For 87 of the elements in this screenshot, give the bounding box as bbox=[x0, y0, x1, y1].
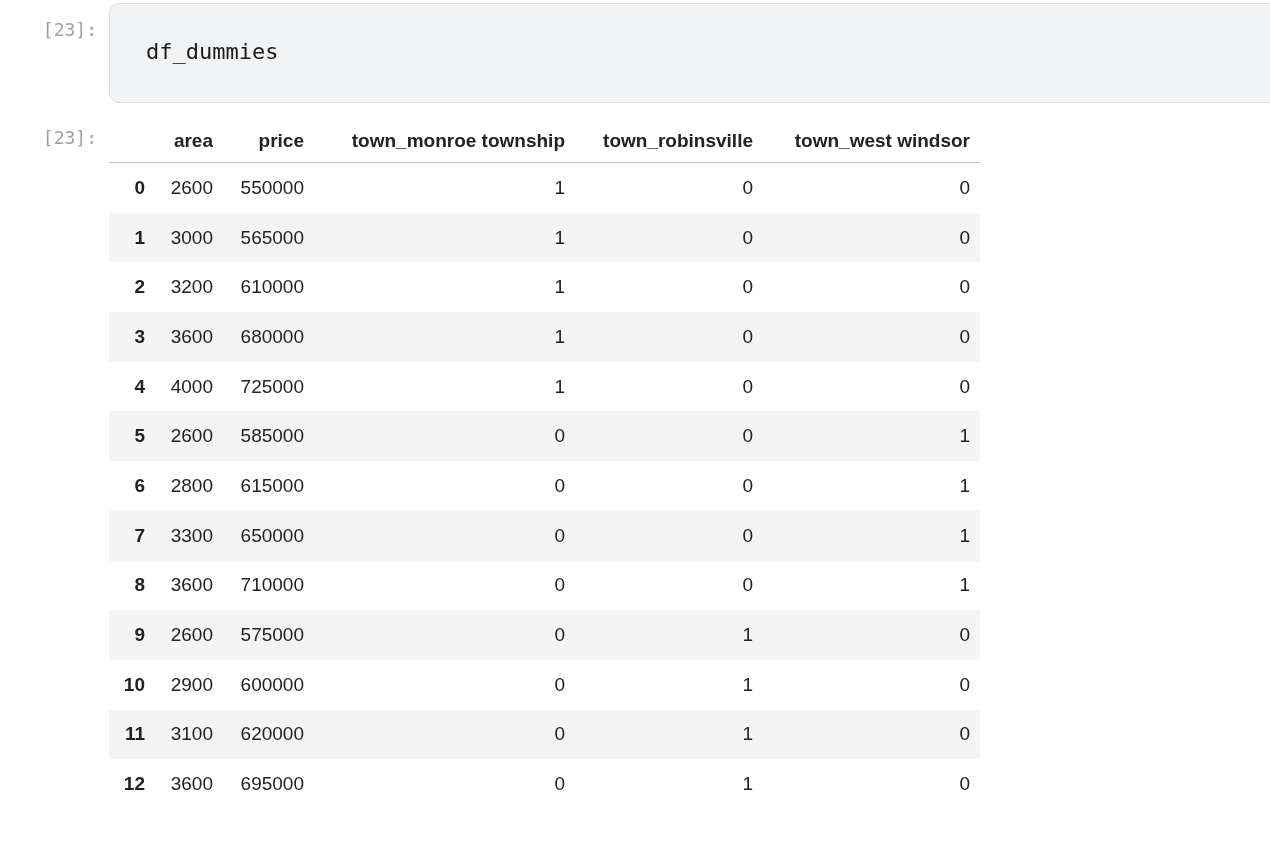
row-index: 5 bbox=[109, 411, 155, 462]
table-cell: 0 bbox=[575, 212, 763, 263]
table-cell: 680000 bbox=[223, 312, 314, 362]
row-index: 4 bbox=[109, 361, 155, 412]
table-cell: 1 bbox=[314, 312, 575, 362]
table-cell: 585000 bbox=[223, 411, 314, 462]
table-cell: 1 bbox=[314, 162, 575, 213]
table-cell: 695000 bbox=[223, 759, 314, 809]
table-cell: 1 bbox=[763, 560, 980, 611]
column-header: town_monroe township bbox=[314, 120, 575, 163]
table-cell: 0 bbox=[575, 162, 763, 213]
table-cell: 3100 bbox=[155, 709, 223, 760]
row-index: 1 bbox=[109, 212, 155, 263]
table-cell: 1 bbox=[763, 510, 980, 561]
table-cell: 710000 bbox=[223, 560, 314, 611]
column-header: price bbox=[223, 120, 314, 163]
cell-prompt: [23]: bbox=[41, 18, 97, 40]
table-cell: 0 bbox=[763, 262, 980, 313]
table-cell: 615000 bbox=[223, 461, 314, 511]
row-index: 3 bbox=[109, 312, 155, 362]
table-cell: 0 bbox=[314, 560, 575, 611]
table-cell: 0 bbox=[763, 212, 980, 263]
column-header: town_robinsville bbox=[575, 120, 763, 163]
table-cell: 0 bbox=[575, 361, 763, 412]
row-index: 8 bbox=[109, 560, 155, 611]
table-cell: 0 bbox=[314, 659, 575, 710]
table-cell: 0 bbox=[314, 610, 575, 660]
table-cell: 2600 bbox=[155, 162, 223, 213]
row-index: 6 bbox=[109, 461, 155, 511]
table-cell: 575000 bbox=[223, 610, 314, 660]
table-cell: 3600 bbox=[155, 560, 223, 611]
table-cell: 0 bbox=[314, 461, 575, 511]
row-index: 10 bbox=[109, 659, 155, 710]
table-cell: 0 bbox=[314, 709, 575, 760]
table-cell: 0 bbox=[575, 461, 763, 511]
table-cell: 3600 bbox=[155, 312, 223, 362]
table-cell: 1 bbox=[575, 610, 763, 660]
table-cell: 600000 bbox=[223, 659, 314, 710]
row-index: 11 bbox=[109, 709, 155, 760]
table-cell: 2600 bbox=[155, 610, 223, 660]
code-text: df_dummies bbox=[146, 39, 279, 64]
table-cell: 0 bbox=[575, 262, 763, 313]
table-cell: 3600 bbox=[155, 759, 223, 809]
table-cell: 1 bbox=[763, 411, 980, 462]
column-header: town_west windsor bbox=[763, 120, 980, 163]
table-cell: 3200 bbox=[155, 262, 223, 313]
table-cell: 620000 bbox=[223, 709, 314, 760]
table-cell: 0 bbox=[763, 361, 980, 412]
table-cell: 550000 bbox=[223, 162, 314, 213]
table-cell: 3300 bbox=[155, 510, 223, 561]
table-cell: 1 bbox=[314, 361, 575, 412]
table-cell: 0 bbox=[575, 560, 763, 611]
row-index: 0 bbox=[109, 162, 155, 213]
table-cell: 3000 bbox=[155, 212, 223, 263]
table-cell: 0 bbox=[575, 312, 763, 362]
table-cell: 1 bbox=[575, 709, 763, 760]
row-index: 12 bbox=[109, 759, 155, 809]
row-index: 2 bbox=[109, 262, 155, 313]
table-cell: 0 bbox=[314, 510, 575, 561]
table-cell: 725000 bbox=[223, 361, 314, 412]
row-index: 7 bbox=[109, 510, 155, 561]
table-cell: 0 bbox=[575, 411, 763, 462]
cell-prompt: [23]: bbox=[41, 126, 97, 148]
table-cell: 2900 bbox=[155, 659, 223, 710]
column-header: area bbox=[155, 120, 223, 163]
table-cell: 1 bbox=[314, 262, 575, 313]
table-cell: 610000 bbox=[223, 262, 314, 313]
table-cell: 0 bbox=[314, 411, 575, 462]
table-cell: 0 bbox=[763, 709, 980, 760]
table-cell: 1 bbox=[763, 461, 980, 511]
table-cell: 0 bbox=[575, 510, 763, 561]
table-cell: 2600 bbox=[155, 411, 223, 462]
row-index: 9 bbox=[109, 610, 155, 660]
table-cell: 0 bbox=[763, 659, 980, 710]
table-cell: 0 bbox=[763, 610, 980, 660]
table-cell: 0 bbox=[763, 312, 980, 362]
table-cell: 0 bbox=[763, 759, 980, 809]
table-cell: 565000 bbox=[223, 212, 314, 263]
table-cell: 1 bbox=[575, 759, 763, 809]
table-cell: 0 bbox=[314, 759, 575, 809]
table-cell: 0 bbox=[763, 162, 980, 213]
table-cell: 2800 bbox=[155, 461, 223, 511]
table-cell: 650000 bbox=[223, 510, 314, 561]
table-cell: 1 bbox=[575, 659, 763, 710]
code-cell[interactable]: df_dummies bbox=[109, 3, 1270, 103]
table-cell: 4000 bbox=[155, 361, 223, 412]
table-cell: 1 bbox=[314, 212, 575, 263]
